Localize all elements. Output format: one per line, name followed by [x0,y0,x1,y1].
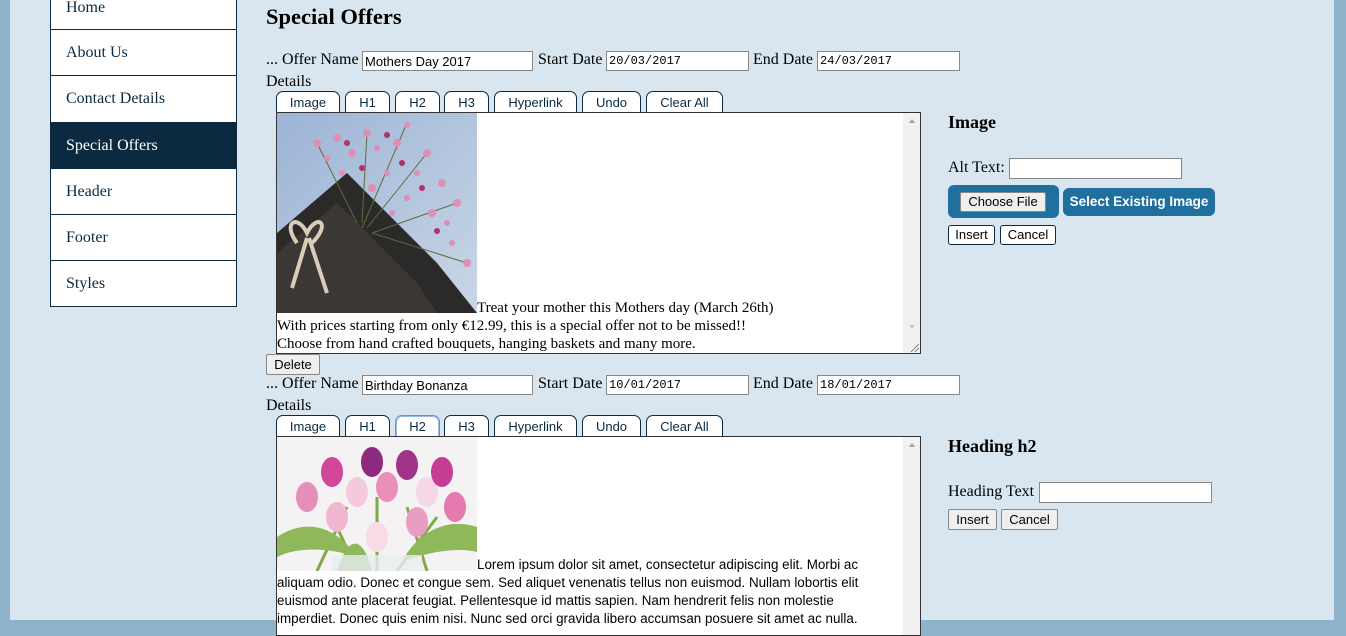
offer-2-details-editor[interactable]: Lorem ipsum dolor sit amet, consectetur … [276,436,921,636]
tab-hyperlink[interactable]: Hyperlink [494,415,577,437]
offer-2-text-line-2: aliquam odio. Donec et congue sem. Sed a… [277,575,859,590]
offer-1-end-date-input[interactable] [817,51,960,71]
offer-1-name-input[interactable] [362,51,533,71]
nav-item-special-offers[interactable]: Special Offers [50,122,237,169]
tab-hyperlink[interactable]: Hyperlink [494,91,577,113]
tab-h2[interactable]: H2 [395,91,440,113]
page-title: Special Offers [266,4,402,29]
tab-h1[interactable]: H1 [345,415,390,437]
resize-handle-icon[interactable] [909,342,919,352]
offer-2-text-line-3: euismod ante placerat feugiat. Pellentes… [277,593,834,608]
tab-image[interactable]: Image [276,415,340,437]
tab-image[interactable]: Image [276,91,340,113]
nav-item-header[interactable]: Header [50,168,237,215]
offer-2-end-date-input[interactable] [817,375,960,395]
image-insert-button[interactable]: Insert [948,225,995,245]
offer-2-start-date-input[interactable] [606,375,749,395]
heading-cancel-button[interactable]: Cancel [1001,509,1058,530]
offer-2-text-line-1: Lorem ipsum dolor sit amet, consectetur … [477,557,859,572]
offer-1-text-line-2: With prices starting from only €12.99, t… [277,318,747,334]
offer-1-text-line-1: Treat your mother this Mothers day (Marc… [477,300,774,316]
offer-1-text-line-3: Choose from hand crafted bouquets, hangi… [277,336,696,352]
offer-1-details-editor[interactable]: Treat your mother this Mothers day (Marc… [276,112,921,354]
alt-text-label: Alt Text: [948,159,1005,176]
nav-item-about-us[interactable]: About Us [50,30,237,77]
scroll-up-arrow-icon[interactable] [909,119,915,123]
scroll-up-arrow-icon[interactable] [909,443,915,447]
choose-file-wrapper: Choose File [948,185,1059,218]
start-date-label: Start Date [538,51,603,68]
end-date-label: End Date [753,51,813,68]
offer-1-editor-scrollbar[interactable] [903,113,920,353]
page: Home About Us Contact Details Special Of… [10,0,1334,636]
tab-clear-all[interactable]: Clear All [646,415,723,437]
sidebar-nav: Home About Us Contact Details Special Of… [50,0,237,308]
select-existing-image-button[interactable]: Select Existing Image [1063,188,1215,216]
alt-text-input[interactable] [1009,158,1182,179]
heading-text-input[interactable] [1039,482,1212,503]
tab-h3[interactable]: H3 [444,415,489,437]
heading-panel-title: Heading h2 [948,436,1037,456]
start-date-label: Start Date [538,375,603,392]
tab-undo[interactable]: Undo [582,91,641,113]
nav-item-contact-details[interactable]: Contact Details [50,76,237,123]
nav-item-styles[interactable]: Styles [50,261,237,308]
tab-h2[interactable]: H2 [395,415,440,437]
tab-h1[interactable]: H1 [345,91,390,113]
offer-1-delete-button[interactable]: Delete [266,354,320,375]
tab-clear-all[interactable]: Clear All [646,91,723,113]
offer-1-start-date-input[interactable] [606,51,749,71]
heading-insert-button[interactable]: Insert [948,509,997,530]
offer-name-label: ... Offer Name [266,51,359,68]
tab-undo[interactable]: Undo [582,415,641,437]
nav-item-home[interactable]: Home [50,0,237,31]
heading-text-label: Heading Text [948,483,1035,500]
image-panel-title: Image [948,112,996,132]
offer-2-details-label: Details [266,397,312,414]
end-date-label: End Date [753,375,813,392]
nav-item-footer[interactable]: Footer [50,214,237,262]
offer-2-text-line-4: imperdiet. Donec quis enim nisi. Nunc se… [277,611,858,626]
offer-name-label: ... Offer Name [266,375,359,392]
offer-2-editor-scrollbar[interactable] [903,437,920,635]
offer-2-image [277,437,477,571]
image-cancel-button[interactable]: Cancel [1000,225,1056,245]
choose-file-button[interactable]: Choose File [960,192,1046,212]
scroll-down-arrow-icon[interactable] [909,325,915,329]
tab-h3[interactable]: H3 [444,91,489,113]
offer-1-details-label: Details [266,73,312,90]
offer-2-name-input[interactable] [362,375,533,395]
offer-1-image [277,113,477,313]
